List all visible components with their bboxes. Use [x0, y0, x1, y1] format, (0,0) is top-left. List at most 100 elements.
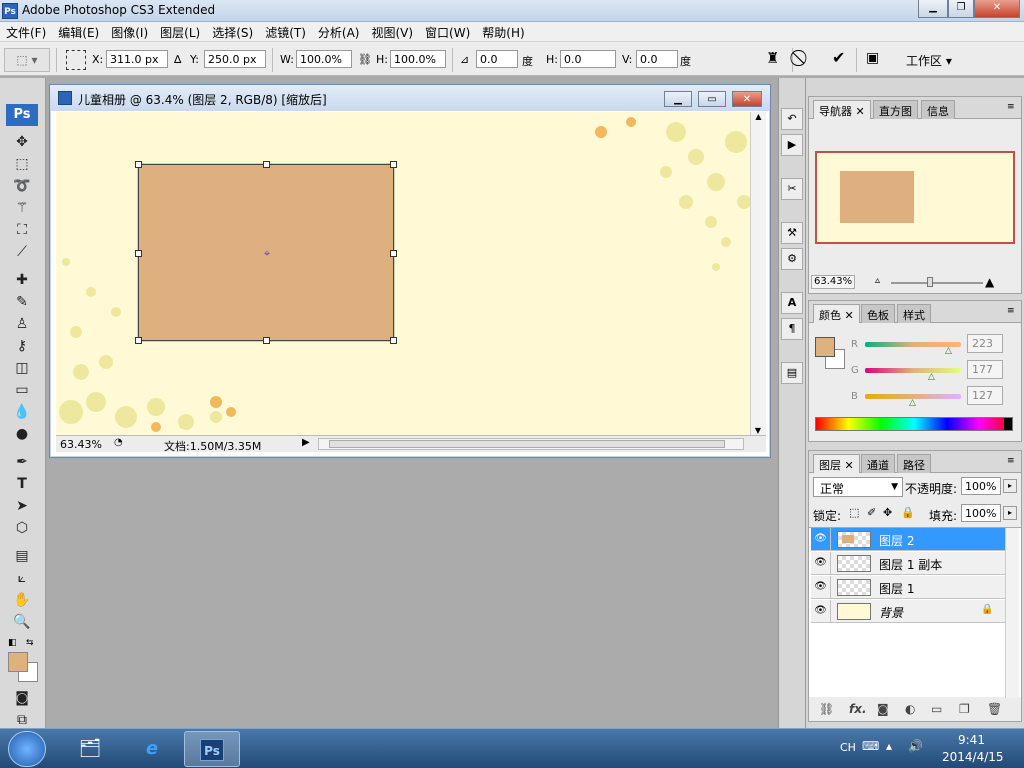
- eye-icon[interactable]: 👁: [811, 576, 831, 599]
- layer-row[interactable]: 👁 图层 2: [811, 528, 1005, 551]
- menu-filter[interactable]: 滤镜(T): [259, 22, 312, 41]
- new-group-icon[interactable]: ▭: [931, 702, 942, 716]
- slice-tool-icon[interactable]: ⟋: [10, 242, 34, 262]
- color-spectrum-ramp[interactable]: [815, 417, 1013, 431]
- photoshop-taskbar-button[interactable]: Ps: [184, 731, 240, 767]
- shape-tool-icon[interactable]: ⬡: [10, 518, 34, 538]
- scroll-up-icon[interactable]: ▲: [751, 112, 766, 121]
- panel-menu-icon[interactable]: ≡: [1007, 102, 1015, 112]
- opacity-arrow-icon[interactable]: ▸: [1003, 479, 1017, 493]
- pen-tool-icon[interactable]: ✒: [10, 452, 34, 472]
- healing-brush-icon[interactable]: ✚: [10, 270, 34, 290]
- path-select-icon[interactable]: ➤: [10, 496, 34, 516]
- layer-row[interactable]: 👁 图层 1: [811, 576, 1005, 599]
- menu-edit[interactable]: 编辑(E): [52, 22, 105, 41]
- layer-comps-icon[interactable]: ▤: [781, 362, 803, 384]
- tab-layers[interactable]: 图层 ✕: [813, 454, 860, 473]
- fx-icon[interactable]: fx.: [849, 702, 867, 716]
- y-input[interactable]: [204, 50, 266, 68]
- blur-tool-icon[interactable]: 💧: [10, 402, 34, 422]
- volume-icon[interactable]: 🔊: [908, 739, 923, 753]
- file-explorer-icon[interactable]: 🗂: [62, 731, 118, 767]
- brush-tool-icon[interactable]: ✎: [10, 292, 34, 312]
- menu-select[interactable]: 选择(S): [206, 22, 259, 41]
- adjustment-layer-icon[interactable]: ◐: [905, 702, 915, 716]
- character-icon[interactable]: A: [781, 292, 803, 314]
- navigator-zoom-field[interactable]: 63.43%: [811, 275, 855, 289]
- rotate-input[interactable]: [476, 50, 518, 68]
- tab-styles[interactable]: 样式: [897, 304, 931, 323]
- layers-scrollbar[interactable]: [1005, 528, 1019, 698]
- menu-help[interactable]: 帮助(H): [476, 22, 530, 41]
- gradient-tool-icon[interactable]: ▭: [10, 380, 34, 400]
- keyboard-icon[interactable]: ⌨: [862, 739, 879, 753]
- b-value[interactable]: 127: [967, 386, 1003, 405]
- tab-histogram[interactable]: 直方图: [873, 100, 918, 119]
- hand-tool-icon[interactable]: ✋: [10, 590, 34, 610]
- fill-input[interactable]: 100%: [961, 504, 1001, 522]
- commit-transform-icon[interactable]: ✔: [832, 48, 845, 67]
- vskew-input[interactable]: [636, 50, 678, 68]
- eraser-tool-icon[interactable]: ◫: [10, 358, 34, 378]
- g-slider[interactable]: [865, 368, 961, 373]
- lasso-tool-icon[interactable]: ➰: [10, 176, 34, 196]
- doc-restore-button[interactable]: ▭: [698, 91, 726, 107]
- marquee-tool-icon[interactable]: ⬚: [10, 154, 34, 174]
- g-value[interactable]: 177: [967, 360, 1003, 379]
- eyedropper-icon[interactable]: ⟀: [10, 568, 34, 588]
- zoom-tool-icon[interactable]: 🔍: [10, 612, 34, 632]
- crop-tool-icon[interactable]: ⛶: [10, 220, 34, 240]
- history-brush-icon[interactable]: ⚷: [10, 336, 34, 356]
- actions-icon[interactable]: ▶: [781, 134, 803, 156]
- swap-colors-icon[interactable]: ⇆: [26, 638, 38, 648]
- history-icon[interactable]: ↶: [781, 108, 803, 130]
- document-title-bar[interactable]: 儿童相册 @ 63.4% (图层 2, RGB/8) [缩放后] ▁ ▭ ✕: [50, 85, 770, 111]
- lock-transparent-icon[interactable]: ⬚: [849, 506, 859, 519]
- quick-mask-icon[interactable]: ◙: [10, 688, 34, 708]
- zoom-slider[interactable]: [891, 282, 983, 284]
- menu-layer[interactable]: 图层(L): [154, 22, 206, 41]
- r-slider-thumb[interactable]: △: [945, 346, 952, 356]
- tray-arrow-icon[interactable]: ▴: [886, 739, 892, 753]
- menu-analysis[interactable]: 分析(A): [312, 22, 366, 41]
- blend-mode-select[interactable]: 正常 ▼: [813, 477, 903, 497]
- x-input[interactable]: [106, 50, 168, 68]
- eye-icon[interactable]: 👁: [811, 528, 831, 551]
- clock-time[interactable]: 9:41: [958, 733, 985, 747]
- status-arrow-icon[interactable]: ▶: [302, 437, 310, 448]
- clone-source-icon[interactable]: ⚙: [781, 248, 803, 270]
- language-indicator[interactable]: CH: [840, 741, 856, 754]
- lock-all-icon[interactable]: 🔒: [901, 506, 915, 519]
- tab-paths[interactable]: 路径: [897, 454, 931, 473]
- workspace-menu[interactable]: 工作区 ▾: [906, 52, 952, 69]
- vertical-scrollbar[interactable]: ▲ ▼: [750, 112, 766, 435]
- doc-minimize-button[interactable]: ▁: [664, 91, 692, 107]
- scroll-thumb[interactable]: [329, 440, 725, 448]
- tab-swatches[interactable]: 色板: [861, 304, 895, 323]
- layer-row[interactable]: 👁 图层 1 副本: [811, 552, 1005, 575]
- maximize-button[interactable]: ❐: [948, 0, 974, 18]
- tab-color[interactable]: 颜色 ✕: [813, 304, 860, 323]
- tool-presets-icon[interactable]: ✂: [781, 178, 803, 200]
- g-slider-thumb[interactable]: △: [928, 372, 935, 382]
- zoom-slider-thumb[interactable]: [927, 277, 933, 287]
- zoom-out-icon[interactable]: ▵: [875, 275, 880, 286]
- opacity-input[interactable]: 100%: [961, 477, 1001, 495]
- black-swatch[interactable]: [1004, 418, 1012, 430]
- scroll-down-icon[interactable]: ▼: [751, 426, 765, 435]
- horizontal-scrollbar[interactable]: [318, 438, 744, 450]
- type-tool-icon[interactable]: T: [10, 474, 34, 494]
- dodge-tool-icon[interactable]: ●: [10, 424, 34, 444]
- lock-move-icon[interactable]: ✥: [883, 506, 892, 519]
- layer-mask-icon[interactable]: ◙: [877, 702, 889, 716]
- foreground-color-swatch[interactable]: [8, 652, 28, 672]
- new-layer-icon[interactable]: ❐: [959, 702, 970, 716]
- default-colors-icon[interactable]: ◧: [8, 638, 18, 648]
- link-icon[interactable]: ⛓: [358, 53, 372, 66]
- link-layers-icon[interactable]: ⛓: [819, 702, 834, 716]
- warp-icon[interactable]: ♜: [766, 49, 779, 67]
- magic-wand-icon[interactable]: ⚚: [10, 198, 34, 218]
- reference-point-icon[interactable]: [66, 50, 86, 70]
- doc-close-button[interactable]: ✕: [732, 91, 762, 107]
- panel-menu-icon[interactable]: ≡: [1007, 456, 1015, 466]
